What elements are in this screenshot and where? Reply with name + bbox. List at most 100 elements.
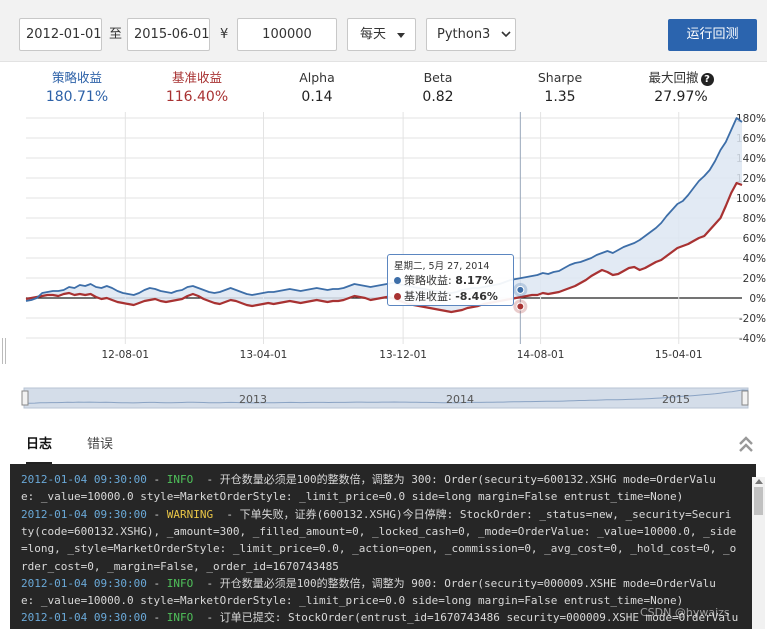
- log-tabs: 日志 错误: [10, 428, 756, 464]
- log-message: - 开仓数量必须是100的整数倍，调整为 900: Order(security…: [193, 576, 716, 590]
- stat-value: 116.40%: [165, 89, 229, 105]
- x-tick-label: 14-08-01: [517, 349, 565, 361]
- log-line: =long, _style=MarketOrderStyle: _limit_p…: [21, 540, 736, 557]
- returns-chart-svg: -40%-20%0%20%40%60%80%100%120%140%160%18…: [21, 112, 766, 409]
- tab-errors[interactable]: 错误: [87, 428, 113, 464]
- stat-benchmark-return: 基准收益 116.40%: [157, 69, 237, 107]
- currency-symbol: ¥: [220, 27, 229, 42]
- log-message: -: [146, 611, 167, 625]
- log-message: e: _value=10000.0 style=MarketOrderStyle…: [21, 594, 684, 608]
- x-tick-label: 13-04-01: [240, 349, 288, 361]
- stat-value: 1.35: [544, 89, 576, 105]
- y-tick-label: -20%: [739, 313, 766, 325]
- log-scrollbar[interactable]: [752, 477, 765, 629]
- stat-beta: Beta 0.82: [398, 69, 478, 107]
- tooltip-series-name: 策略收益:: [404, 274, 452, 287]
- x-tick-label: 13-12-01: [379, 349, 427, 361]
- y-tick-label: -40%: [739, 333, 766, 345]
- log-line: e: _value=10000.0 style=MarketOrderStyle…: [21, 592, 683, 609]
- log-line: rder_cost=0, _margin=False, _order_id=16…: [21, 558, 339, 575]
- y-tick-label: 80%: [743, 213, 766, 225]
- stat-label: 策略收益: [51, 70, 102, 85]
- tab-log[interactable]: 日志: [26, 428, 53, 464]
- strategy-dot-icon: [394, 277, 401, 284]
- log-message: ty(code=600132.XSHG), _amount=300, _fill…: [21, 524, 737, 538]
- stat-strategy-return: 策略收益 180.71%: [37, 69, 117, 107]
- benchmark-dot-icon: [394, 293, 401, 300]
- log-message: -: [146, 507, 167, 521]
- log-line: 2012-01-04 09:30:00 - WARNING - 下单失败，证券(…: [21, 506, 731, 523]
- x-tick-label: 12-08-01: [101, 349, 149, 361]
- log-timestamp: 2012-01-04 09:30:00: [21, 611, 147, 625]
- help-icon[interactable]: ?: [700, 73, 714, 86]
- log-level: INFO: [166, 473, 194, 486]
- stat-label: 最大回撤?: [636, 69, 726, 87]
- end-date-input[interactable]: 2015-06-01: [127, 18, 210, 51]
- log-message: =long, _style=MarketOrderStyle: _limit_p…: [21, 542, 737, 556]
- log-timestamp: 2012-01-04 09:30:00: [21, 473, 147, 486]
- log-message: rder_cost=0, _margin=False, _order_id=16…: [21, 559, 339, 573]
- stat-value: 180.71%: [45, 89, 109, 105]
- tooltip-series-value: 8.17%: [455, 274, 494, 287]
- language-select[interactable]: Python3: [426, 18, 516, 51]
- log-message: - 开仓数量必须是100的整数倍，调整为 300: Order(security…: [193, 473, 716, 486]
- stat-value: 0.14: [301, 89, 333, 105]
- navigator-year-label: 2013: [239, 393, 267, 406]
- navigator-year-label: 2014: [446, 393, 474, 406]
- language-value: Python3: [437, 27, 491, 42]
- frequency-select[interactable]: 每天: [347, 18, 416, 51]
- log-message: - 下单失败，证券(600132.XSHG)今日停牌: StockOrder: …: [213, 507, 732, 521]
- collapse-up-icon[interactable]: [738, 434, 754, 454]
- resize-handle[interactable]: [2, 338, 6, 364]
- start-date-input[interactable]: 2012-01-01: [19, 18, 102, 51]
- stat-label: Sharpe: [537, 70, 583, 85]
- stat-label: Beta: [423, 70, 453, 85]
- backtest-toolbar: 2012-01-01 至 2015-06-01 ¥ 100000 每天 Pyth…: [0, 0, 767, 62]
- chart-tooltip: 星期二, 5月 27, 2014 策略收益: 8.17% 基准收益: -8.46…: [387, 254, 514, 306]
- caret-down-icon: [397, 33, 405, 38]
- scroll-up-icon[interactable]: [755, 479, 763, 484]
- scroll-thumb[interactable]: [754, 487, 763, 515]
- log-timestamp: 2012-01-04 09:30:00: [21, 576, 147, 590]
- navigator-track: [23, 387, 749, 409]
- log-message: e: _value=10000.0 style=MarketOrderStyle…: [21, 490, 684, 504]
- returns-chart[interactable]: -40% -20% 0% 20% 40% 60% 80% 100% 120% 140% 160% 18…: [0, 108, 767, 420]
- return-gap-area: [26, 118, 742, 312]
- stat-label: Alpha: [299, 70, 335, 85]
- log-message: -: [146, 576, 167, 590]
- tooltip-series-name: 基准收益:: [404, 290, 452, 303]
- navigator-year-label: 2015: [662, 393, 690, 406]
- run-backtest-button[interactable]: 运行回测: [668, 19, 757, 51]
- stat-alpha: Alpha 0.14: [277, 69, 357, 107]
- log-message: -: [146, 473, 167, 486]
- log-line: e: _value=10000.0 style=MarketOrderStyle…: [21, 488, 683, 505]
- log-line: 2012-01-04 09:30:00 - INFO - 订单已提交: Stoc…: [21, 609, 738, 626]
- log-line: 2012-01-04 09:30:00 - INFO - 开仓数量必须是100的…: [21, 575, 716, 592]
- stat-max-drawdown: 最大回撤? 27.97%: [636, 69, 726, 107]
- y-tick-label: 0%: [749, 293, 766, 305]
- date-range-separator: 至: [109, 27, 123, 42]
- y-tick-label: 100%: [736, 193, 766, 205]
- log-timestamp: 2012-01-04 09:30:00: [21, 507, 147, 521]
- tooltip-series-value: -8.46%: [455, 290, 498, 303]
- benchmark-marker: [516, 302, 525, 311]
- log-line: 2012-01-04 09:30:00 - INFO - 开仓数量必须是100的…: [21, 471, 716, 488]
- watermark: CSDN @hywaizs: [640, 606, 730, 619]
- strategy-series-line: [25, 117, 743, 302]
- navigator-handle: [741, 390, 749, 406]
- capital-input[interactable]: 100000: [237, 18, 337, 51]
- strategy-marker: [516, 285, 525, 294]
- stat-label-text: 最大回撤: [648, 70, 699, 85]
- tooltip-row-strategy: 策略收益: 8.17%: [394, 273, 507, 289]
- log-level: INFO: [166, 576, 194, 590]
- stat-label: 基准收益: [171, 70, 222, 85]
- stat-value: 0.82: [422, 89, 454, 105]
- stat-value: 27.97%: [654, 89, 708, 105]
- x-tick-label: 15-04-01: [655, 349, 703, 361]
- log-level: INFO: [166, 611, 194, 625]
- tooltip-date: 星期二, 5月 27, 2014: [394, 261, 490, 272]
- chevron-down-icon: [501, 31, 511, 38]
- log-console[interactable]: 2012-01-04 09:30:00 - INFO - 开仓数量必须是100的…: [10, 464, 756, 629]
- y-tick-label: 60%: [743, 233, 766, 245]
- frequency-value: 每天: [360, 27, 387, 42]
